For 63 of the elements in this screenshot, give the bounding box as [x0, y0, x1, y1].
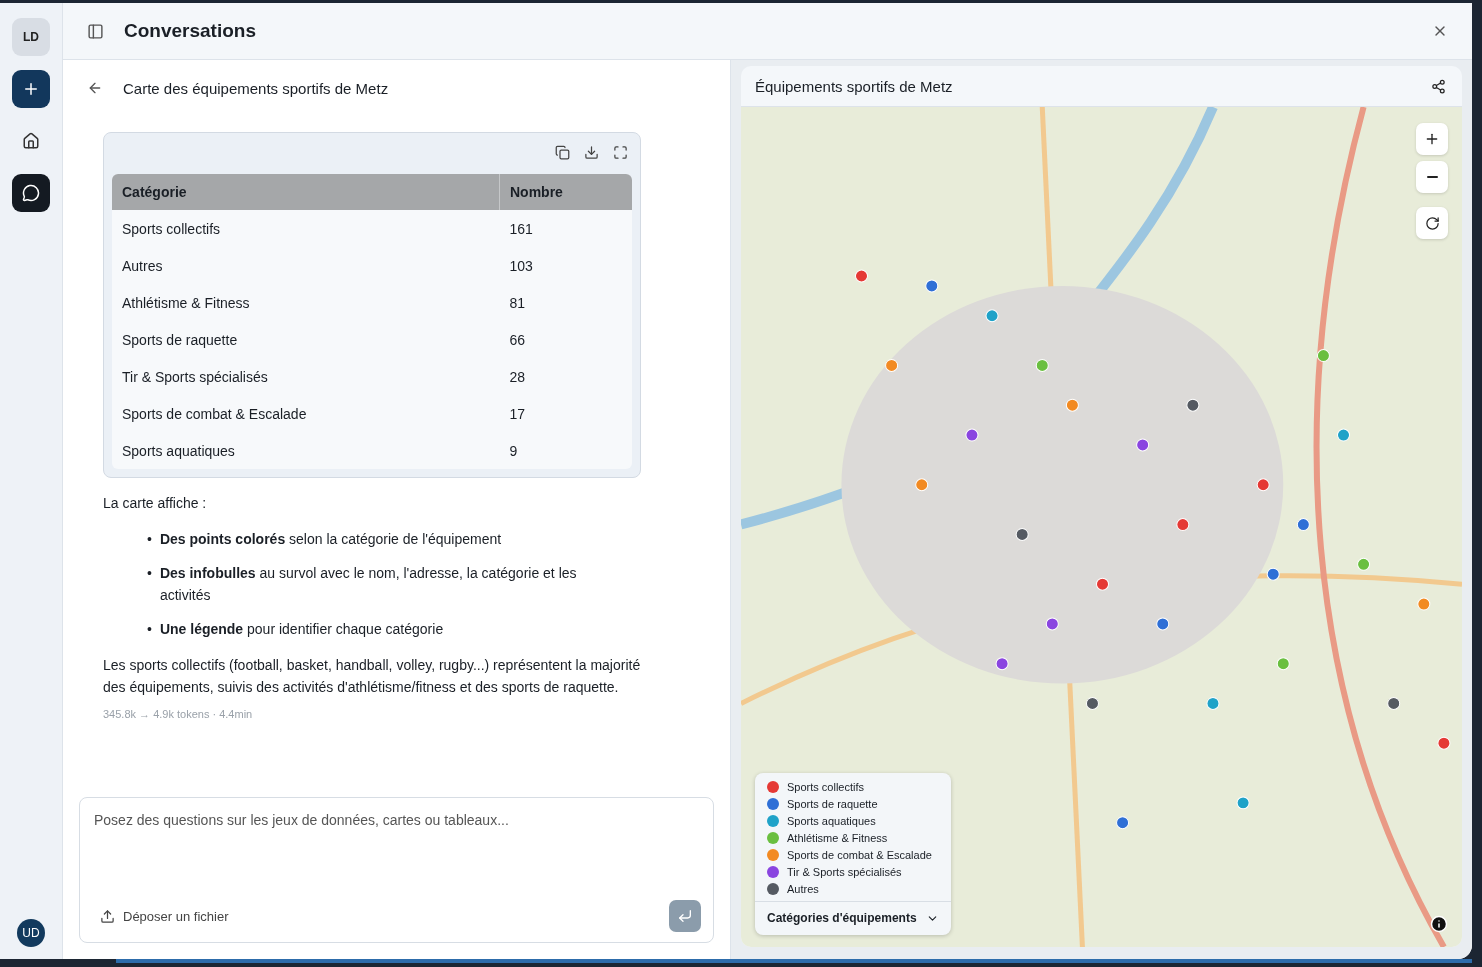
- legend-label: Sports collectifs: [787, 781, 865, 793]
- column-header: Nombre: [499, 174, 632, 210]
- plus-icon: [1424, 131, 1440, 147]
- table-cell: Sports collectifs: [112, 210, 500, 247]
- table-cell: 161: [499, 210, 632, 247]
- bullet-text: Des infobulles au survol avec le nom, l'adresse, la catégorie et les activités: [159, 564, 578, 605]
- home-icon: [22, 132, 40, 150]
- chat-button[interactable]: [12, 174, 50, 212]
- legend-label: Athlétisme & Fitness: [787, 832, 888, 844]
- sidebar-icon: [87, 22, 104, 40]
- plus-icon: [22, 80, 40, 98]
- download-icon: [584, 145, 599, 160]
- map-title: Équipements sportifs de Metz: [755, 77, 953, 95]
- table-cell: 9: [499, 432, 632, 469]
- zoom-out-button[interactable]: [1416, 161, 1448, 193]
- fullscreen-button[interactable]: [611, 143, 630, 162]
- rotate-icon: [1424, 215, 1440, 231]
- summary-text: Les sports collectifs (football, basket, handball, volley, rugby...) représentent la majorité des équipements, suivis des activités d'athlétisme/fitness et des sports de raquette.: [103, 656, 642, 697]
- account-avatar[interactable]: UD: [17, 919, 45, 947]
- share-icon: [1431, 78, 1446, 94]
- usage-meta: 345.8k → 4.9k tokens · 4.4min: [103, 708, 253, 720]
- legend-label: Sports de raquette: [787, 798, 878, 810]
- upload-button[interactable]: Déposer un fichier: [92, 908, 237, 924]
- bullet-marker: •: [147, 530, 152, 549]
- table-cell: 81: [499, 284, 632, 321]
- new-button[interactable]: [12, 70, 50, 108]
- bullet-text: Une légende pour identifier chaque catégorie: [159, 620, 444, 639]
- bullet-text: Des points colorés selon la catégorie de l'équipement: [159, 530, 502, 549]
- legend-label: Autres: [787, 883, 819, 895]
- send-button[interactable]: [669, 900, 701, 932]
- legend-label: Sports de combat & Escalade: [787, 849, 932, 861]
- table-cell: Sports de combat & Escalade: [112, 395, 500, 432]
- bullet-marker: •: [147, 564, 152, 583]
- table-cell: Sports de raquette: [112, 321, 500, 358]
- table-cell: Tir & Sports spécialisés: [112, 358, 500, 395]
- info-icon[interactable]: [1430, 915, 1448, 933]
- legend-label: Tir & Sports spécialisés: [787, 866, 902, 878]
- message-input[interactable]: Posez des questions sur les jeux de données, cartes ou tableaux... Déposer un fichier: [79, 797, 714, 943]
- legend-label: Sports aquatiques: [787, 815, 876, 827]
- upload-icon: [100, 908, 115, 924]
- minus-icon: [1426, 176, 1438, 178]
- copy-icon: [555, 145, 570, 160]
- table-cell: 17: [499, 395, 632, 432]
- table-cell: 28: [499, 358, 632, 395]
- copy-button[interactable]: [553, 143, 572, 162]
- download-button[interactable]: [582, 143, 601, 162]
- user-avatar[interactable]: LD: [12, 18, 50, 56]
- intro-text: La carte affiche :: [103, 494, 208, 513]
- column-header: Catégorie: [112, 174, 500, 210]
- legend-toggle[interactable]: Catégories d'équipements: [755, 901, 951, 935]
- table-cell: Sports aquatiques: [112, 432, 500, 469]
- page-title: Conversations: [124, 20, 257, 42]
- zoom-in-button[interactable]: [1416, 123, 1448, 155]
- reset-view-button[interactable]: [1416, 207, 1448, 239]
- chat-bubble-icon: [22, 184, 40, 202]
- table-cell: Autres: [112, 247, 500, 284]
- table-cell: Athlétisme & Fitness: [112, 284, 500, 321]
- conversation-title: Carte des équipements sportifs de Metz: [123, 79, 389, 97]
- bullet-marker: •: [147, 620, 152, 639]
- fullscreen-icon: [613, 145, 628, 160]
- table-cell: 66: [499, 321, 632, 358]
- enter-icon: [677, 908, 693, 924]
- table-cell: 103: [499, 247, 632, 284]
